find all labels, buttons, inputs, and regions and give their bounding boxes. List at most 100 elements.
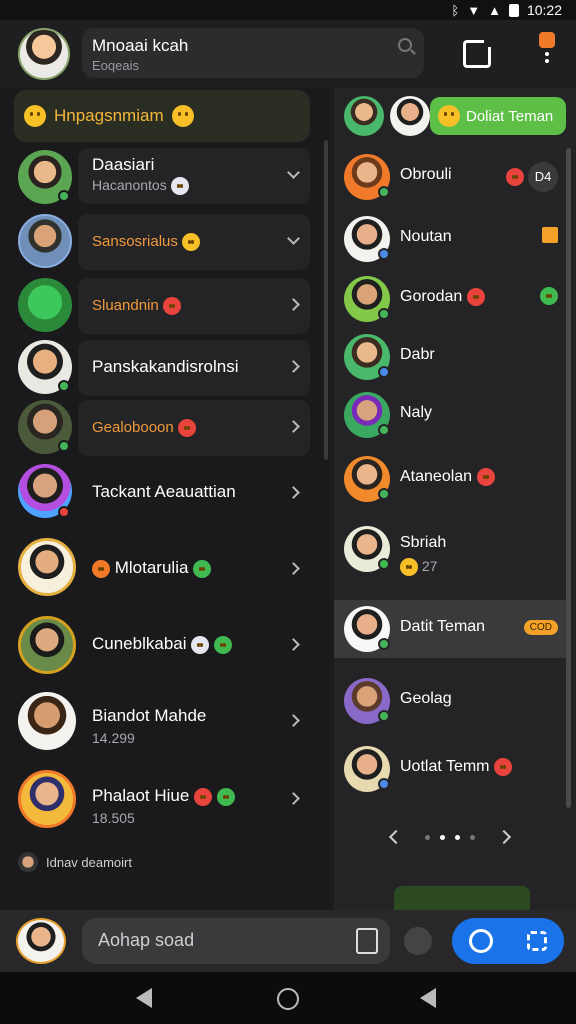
friend-name: Dabr [400,346,435,363]
promo-banner[interactable]: Hnpagsnmiam [14,90,310,142]
more-menu-button[interactable] [538,32,556,76]
section-divider: Idnav deamoirt [18,852,132,872]
header-subtitle: Eoqeais [92,58,139,73]
emoji-icon [540,287,558,305]
page-dot-active[interactable] [455,834,460,840]
smile-emoji-icon [438,105,460,127]
chat-name: Daasiari [92,155,155,174]
friend-row[interactable]: Gorodan [334,270,566,328]
chevron-right-icon[interactable] [287,562,300,575]
avatar [18,770,76,828]
friend-row[interactable]: Obrouli D4 [334,148,566,206]
profile-avatar[interactable] [18,28,70,80]
emoji-icon [213,635,232,654]
friends-scrollbar[interactable] [566,148,571,808]
avatar[interactable] [16,918,66,964]
online-indicator [378,424,390,436]
avatar [18,616,76,674]
page-dot[interactable] [425,834,430,840]
chat-name: Cuneblkabai [92,634,232,654]
online-indicator [378,186,390,198]
page-dot[interactable] [470,834,475,840]
friend-name: Gorodan [400,288,485,306]
wifi-icon: ▼ [467,2,481,18]
friend-tags: D4 [506,162,558,192]
pagination [334,822,566,852]
chevron-right-icon[interactable] [287,638,300,651]
smile-emoji-icon [171,105,194,127]
search-icon[interactable] [398,38,412,52]
scan-icon[interactable] [527,931,547,951]
chat-bubble-icon[interactable] [469,929,493,953]
page-dot-active[interactable] [440,834,445,840]
chat-row[interactable]: Biandot Mahde 14.299 [14,690,314,756]
chat-row[interactable]: Tackant Aeauattian [14,462,314,526]
friend-name: Geolag [400,690,452,707]
search-box[interactable]: Mnoaai kcah Eoqeais [82,28,424,78]
chat-name: Panskakandisrolnsi [92,357,239,376]
chat-row[interactable]: Sluandnin [14,276,314,336]
friend-row[interactable]: Noutan [334,210,566,268]
chevron-right-icon[interactable] [287,486,300,499]
friend-row[interactable]: Ataneolan [334,450,566,508]
chat-name: Mlotarulia [92,558,212,578]
friend-badge: D4 [528,162,558,192]
online-indicator [378,710,390,722]
floating-button-edge[interactable] [394,886,530,910]
chat-row[interactable]: Panskakandisrolnsi [14,338,314,398]
friend-name: Naly [400,404,433,421]
chat-row[interactable]: Sansosrialus [14,212,314,272]
avatar[interactable] [390,96,430,136]
voice-icon[interactable] [404,927,432,955]
friend-tags [542,227,558,248]
emoji-icon [162,297,181,316]
chevron-right-icon[interactable] [287,792,300,805]
friend-row[interactable]: Sbriah 27 [334,520,566,578]
chat-row[interactable]: Daasiari Hacanontos [14,148,314,208]
friend-name: Datit Teman [400,618,486,635]
chat-list: Hnpagsnmiam Daasiari Hacanontos Sansosri… [0,88,330,910]
chat-row[interactable]: Phalaot Hiue 18.505 [14,768,314,834]
avatar[interactable] [344,96,384,136]
chevron-right-icon[interactable] [287,714,300,727]
friend-tags [540,287,558,305]
action-buttons [452,918,564,964]
emoji-icon [182,233,201,252]
friend-name: Sbriah [400,534,447,551]
online-indicator [378,308,390,320]
friends-panel: Doliat Teman Obrouli D4 Noutan Gorodan D… [334,88,576,910]
chat-row[interactable]: Cuneblkabai [14,614,314,678]
friend-preview: 27 [400,558,437,577]
chat-row[interactable]: Gealobooon [14,398,314,458]
status-indicator [378,248,390,260]
chat-name: Tackant Aeauattian [92,482,236,501]
chevron-left-icon[interactable] [388,829,404,845]
clipboard-icon[interactable] [356,928,378,954]
status-bar: ᛒ ▼ ▲ 10:22 [0,0,576,20]
avatar [18,852,38,872]
chat-row[interactable]: Mlotarulia [14,536,314,602]
online-indicator [378,488,390,500]
online-indicator [378,638,390,650]
add-friend-button[interactable]: Doliat Teman [430,97,566,135]
friend-row[interactable]: Naly [334,386,566,444]
chat-list-scrollbar[interactable] [324,140,328,460]
emoji-icon [177,419,196,438]
back-icon[interactable] [136,988,152,1008]
recents-icon[interactable] [420,988,436,1008]
chat-preview: 18.505 [92,810,135,826]
friend-row[interactable]: Geolag [334,672,566,730]
friend-name: Noutan [400,228,452,245]
avatar [18,692,76,750]
compose-icon[interactable] [463,37,494,68]
header-title: Mnoaai kcah [92,36,189,55]
friend-row-selected[interactable]: Datit Teman COD [334,600,566,658]
home-icon[interactable] [277,988,299,1010]
emoji-icon [194,787,213,806]
friend-row[interactable]: Dabr [334,328,566,386]
message-input[interactable]: Aohap soad [82,918,390,964]
friend-tags: COD [523,617,558,635]
friend-row[interactable]: Uotlat Temm [334,740,566,798]
online-indicator [58,380,70,392]
chevron-right-icon[interactable] [496,829,512,845]
